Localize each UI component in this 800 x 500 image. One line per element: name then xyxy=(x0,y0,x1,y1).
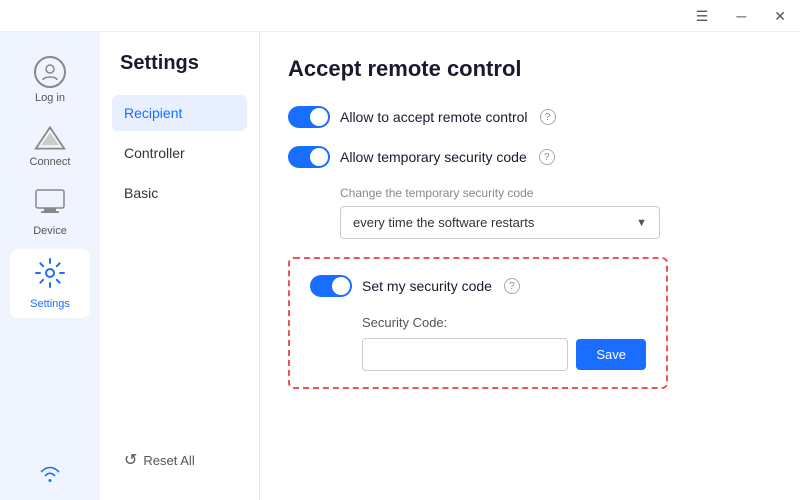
eye-icon[interactable] xyxy=(559,347,568,363)
sidebar-item-device[interactable]: Device xyxy=(10,180,90,245)
nav-item-controller[interactable]: Controller xyxy=(112,135,247,171)
connect-icon xyxy=(34,124,66,152)
reset-icon: ↺ xyxy=(124,450,137,470)
page-title: Accept remote control xyxy=(288,56,772,82)
chevron-down-icon: ▼ xyxy=(636,217,647,229)
sidebar-connect-label: Connect xyxy=(30,156,71,168)
nav-panel: Settings Recipient Controller Basic ↺ Re… xyxy=(100,32,260,500)
allow-temp-code-row: Allow temporary security code ? xyxy=(288,146,772,168)
menu-icon-btn[interactable]: ☰ xyxy=(690,7,715,25)
temp-code-dropdown[interactable]: every time the software restarts ▼ xyxy=(340,206,660,239)
security-code-label: Security Code: xyxy=(362,315,646,330)
save-button[interactable]: Save xyxy=(576,339,646,370)
reset-label: Reset All xyxy=(143,453,194,468)
security-input-row: Save xyxy=(362,338,646,371)
dropdown-selected-value: every time the software restarts xyxy=(353,215,534,230)
allow-temp-code-label: Allow temporary security code xyxy=(340,149,527,165)
app-body: Log in Connect Device xyxy=(0,32,800,500)
settings-title: Settings xyxy=(112,52,247,75)
set-security-code-help-icon[interactable]: ? xyxy=(504,278,520,294)
sidebar-device-label: Device xyxy=(33,225,67,237)
allow-accept-label: Allow to accept remote control xyxy=(340,109,528,125)
wifi-icon xyxy=(39,465,61,488)
sidebar-login-label: Log in xyxy=(35,92,65,104)
settings-icon xyxy=(34,257,66,294)
set-security-code-row: Set my security code ? xyxy=(310,275,646,297)
nav-item-basic[interactable]: Basic xyxy=(112,175,247,211)
allow-accept-help-icon[interactable]: ? xyxy=(540,109,556,125)
device-icon xyxy=(34,188,66,221)
content-area: Accept remote control Allow to accept re… xyxy=(260,32,800,500)
title-bar: ☰ ─ ✕ xyxy=(0,0,800,32)
minimize-button[interactable]: ─ xyxy=(730,7,752,25)
allow-temp-code-help-icon[interactable]: ? xyxy=(539,149,555,165)
allow-temp-code-toggle[interactable] xyxy=(288,146,330,168)
set-security-code-toggle[interactable] xyxy=(310,275,352,297)
sidebar-item-connect[interactable]: Connect xyxy=(10,116,90,176)
sidebar-item-login[interactable]: Log in xyxy=(10,48,90,112)
sidebar: Log in Connect Device xyxy=(0,32,100,500)
sidebar-settings-label: Settings xyxy=(30,298,70,310)
nav-item-recipient[interactable]: Recipient xyxy=(112,95,247,131)
close-button[interactable]: ✕ xyxy=(768,7,792,25)
security-code-input[interactable] xyxy=(363,339,559,370)
dropdown-label: Change the temporary security code xyxy=(340,186,772,200)
login-icon xyxy=(34,56,66,88)
dropdown-section: Change the temporary security code every… xyxy=(340,186,772,239)
allow-accept-toggle[interactable] xyxy=(288,106,330,128)
set-security-code-label: Set my security code xyxy=(362,278,492,294)
sidebar-item-settings[interactable]: Settings xyxy=(10,249,90,318)
reset-all-button[interactable]: ↺ Reset All xyxy=(112,440,247,480)
security-input-wrap xyxy=(362,338,568,371)
security-code-box: Set my security code ? Security Code: xyxy=(288,257,668,389)
allow-accept-row: Allow to accept remote control ? xyxy=(288,106,772,128)
